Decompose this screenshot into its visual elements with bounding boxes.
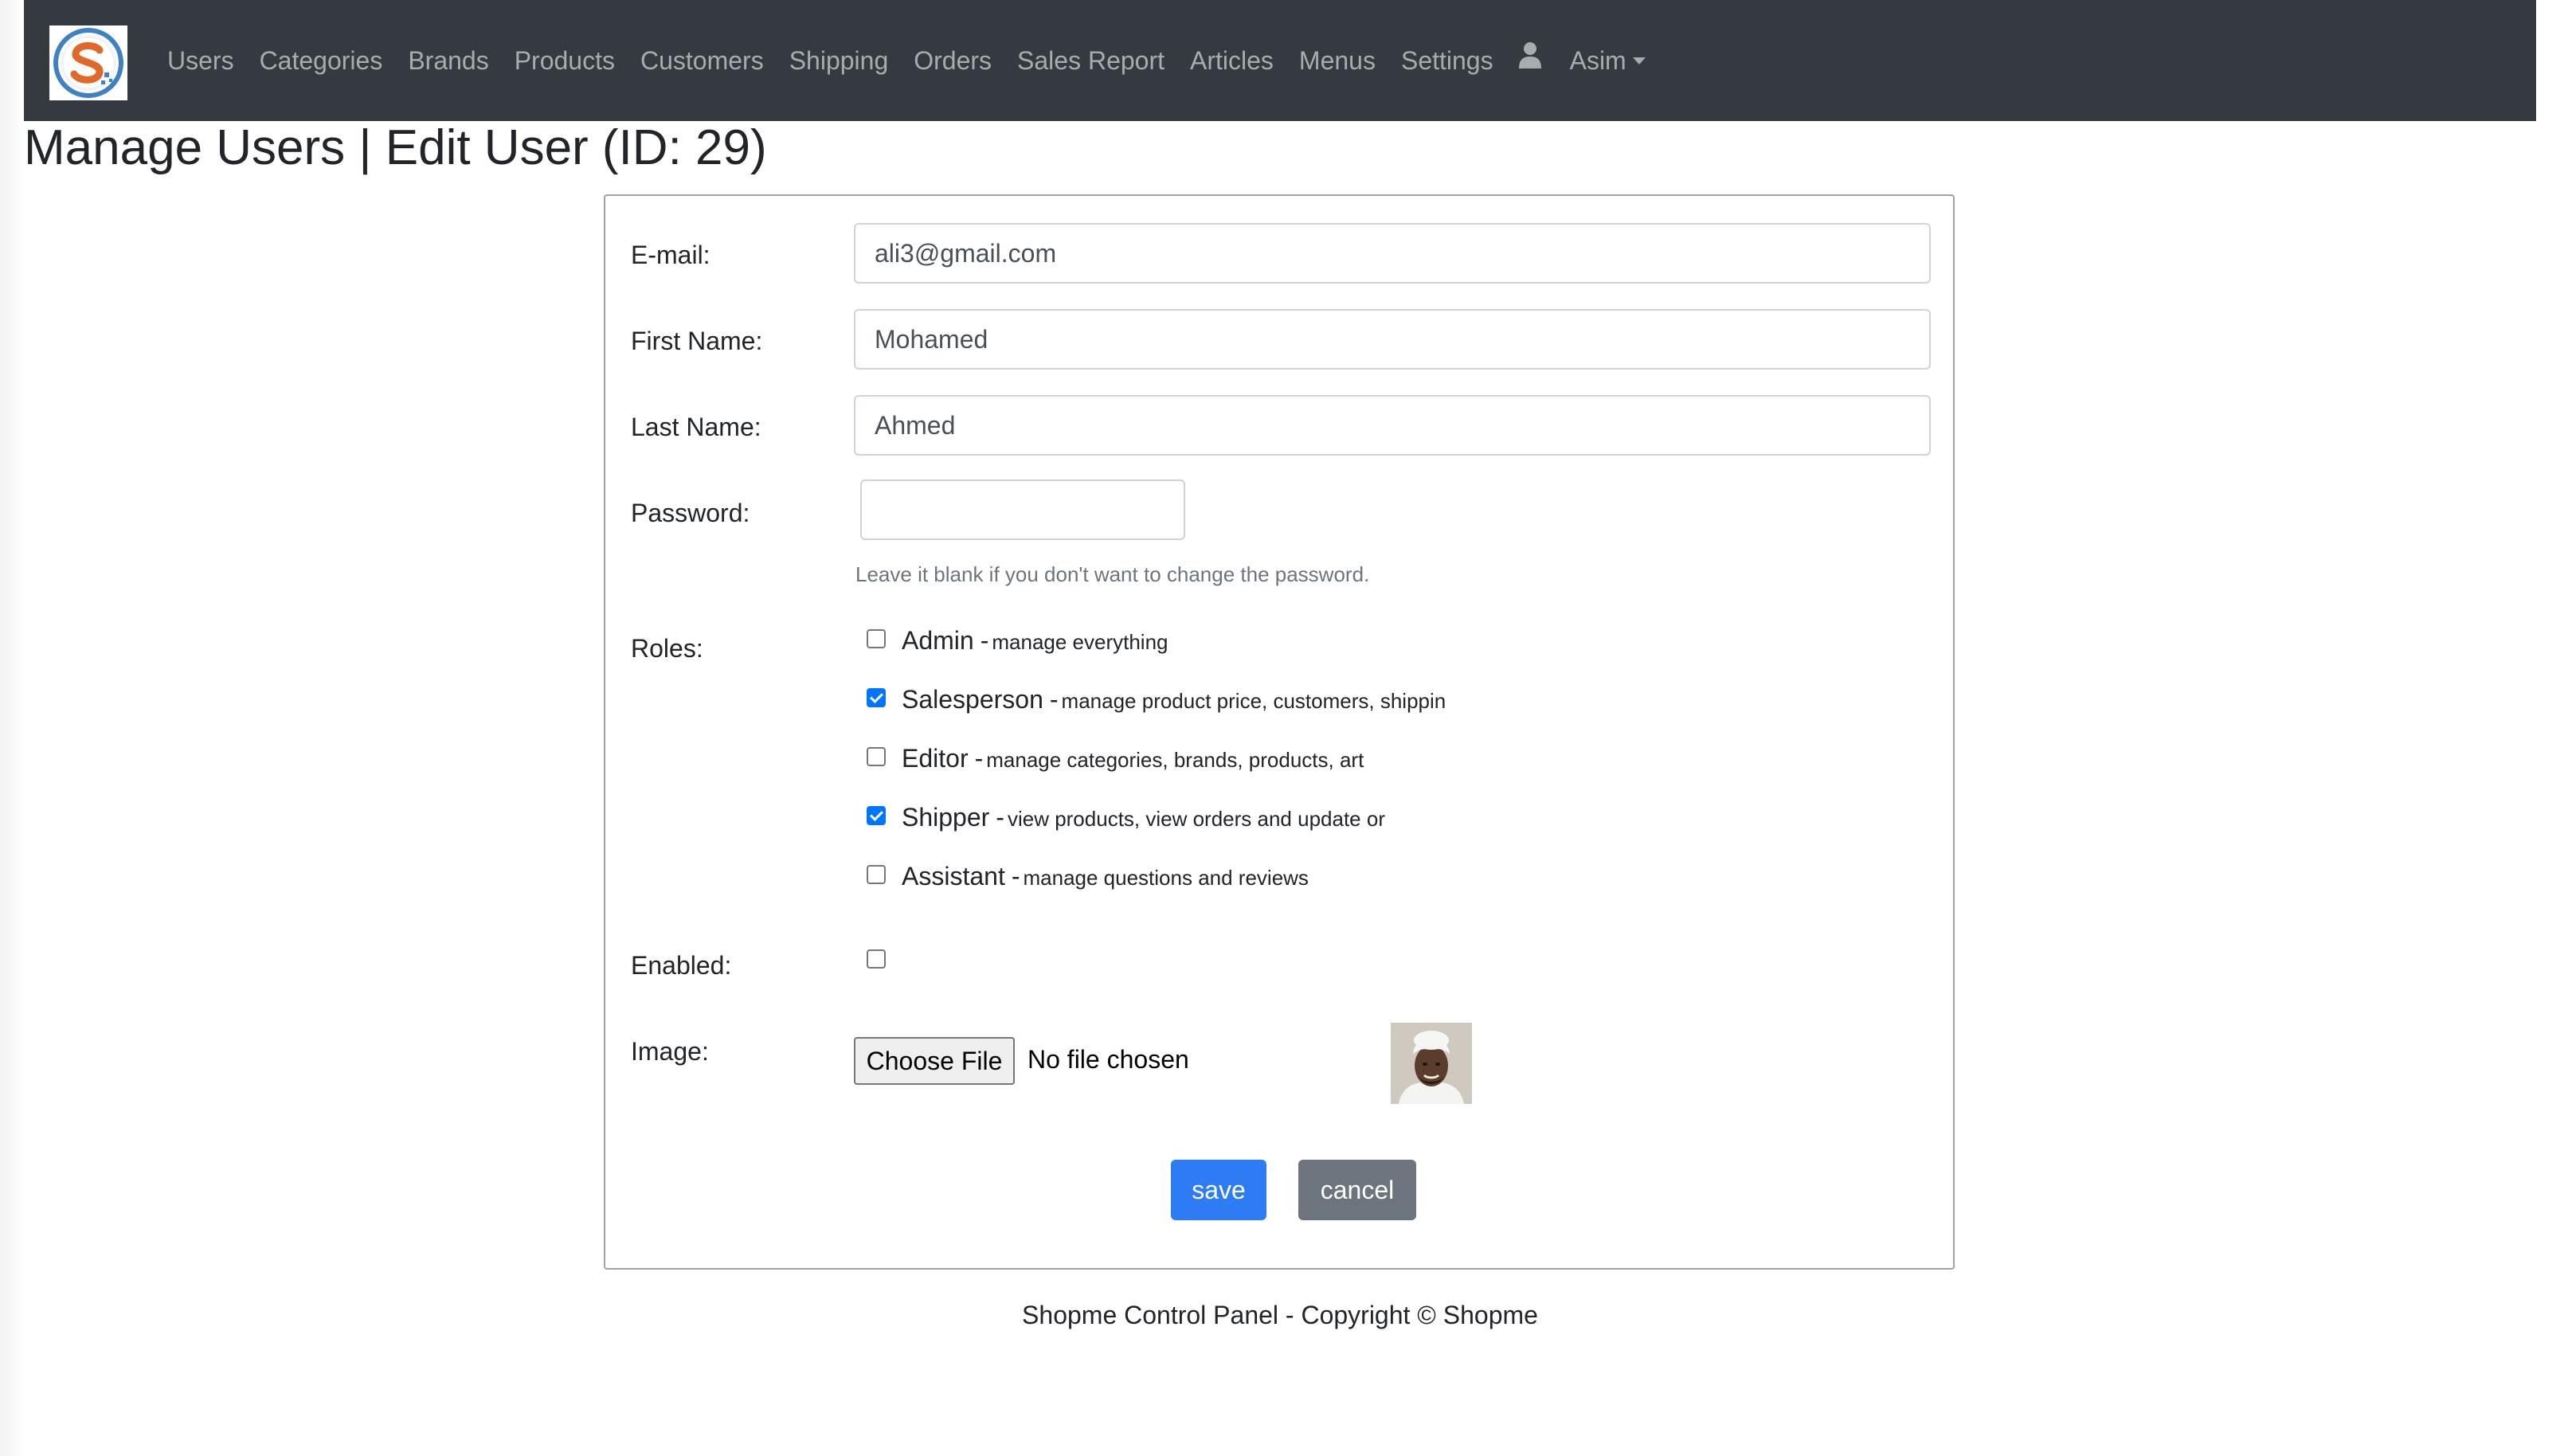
role-separator: - xyxy=(1011,862,1020,890)
window-edge-shadow xyxy=(0,0,24,1456)
nav-link-articles[interactable]: Articles xyxy=(1190,46,1274,76)
role-separator: - xyxy=(996,803,1004,832)
cancel-button[interactable]: cancel xyxy=(1298,1160,1416,1220)
password-hint: Leave it blank if you don't want to chan… xyxy=(855,562,1370,586)
caret-down-icon xyxy=(1632,57,1646,65)
page-title: Manage Users | Edit User (ID: 29) xyxy=(24,120,767,175)
role-admin-checkbox[interactable] xyxy=(867,629,886,648)
role-name: Editor xyxy=(902,744,969,773)
role-name: Assistant xyxy=(902,862,1005,890)
choose-file-button[interactable]: Choose File xyxy=(854,1037,1015,1085)
password-field[interactable] xyxy=(860,479,1185,540)
image-label: Image: xyxy=(631,1037,709,1066)
top-navbar: Users Categories Brands Products Custome… xyxy=(24,0,2536,121)
user-photo-image xyxy=(1391,1023,1472,1104)
edit-user-form: E-mail: ali3@gmail.com First Name: Moham… xyxy=(604,194,1955,1270)
role-salesperson: Salesperson - manage product price, custom… xyxy=(902,685,1446,714)
role-shipper-checkbox[interactable] xyxy=(867,806,886,825)
last-name-label: Last Name: xyxy=(631,413,761,441)
role-assistant-checkbox[interactable] xyxy=(867,865,886,884)
role-name: Admin xyxy=(902,626,974,655)
shopme-logo-icon xyxy=(53,28,123,98)
role-separator: - xyxy=(980,626,989,655)
nav-link-settings[interactable]: Settings xyxy=(1401,46,1493,76)
role-editor: Editor - manage categories, brands, produc… xyxy=(902,744,1364,773)
role-separator: - xyxy=(1049,685,1059,714)
email-label: E-mail: xyxy=(631,241,710,269)
enabled-label: Enabled: xyxy=(631,951,732,980)
role-name: Shipper xyxy=(902,803,990,832)
nav-link-orders[interactable]: Orders xyxy=(914,46,992,76)
nav-link-users[interactable]: Users xyxy=(167,46,234,76)
user-photo-thumbnail xyxy=(1391,1023,1472,1104)
role-description: view products, view orders and update or xyxy=(1007,807,1385,831)
role-salesperson-checkbox[interactable] xyxy=(867,688,886,707)
role-shipper: Shipper - view products, view orders and u… xyxy=(902,803,1385,832)
password-label: Password: xyxy=(631,499,750,527)
enabled-checkbox[interactable] xyxy=(867,949,886,969)
shopme-logo[interactable] xyxy=(49,25,127,100)
nav-link-customers[interactable]: Customers xyxy=(640,46,764,76)
file-status-text: No file chosen xyxy=(1028,1045,1189,1074)
nav-link-shipping[interactable]: Shipping xyxy=(789,46,889,76)
role-editor-checkbox[interactable] xyxy=(867,747,886,766)
role-name: Salesperson xyxy=(902,685,1043,714)
user-name: Asim xyxy=(1569,45,1626,75)
role-description: manage categories, brands, products, art xyxy=(986,748,1364,772)
role-description: manage questions and reviews xyxy=(1023,866,1309,890)
roles-label: Roles: xyxy=(631,634,703,663)
role-description: manage everything xyxy=(992,630,1168,654)
user-account-dropdown[interactable]: Asim xyxy=(1570,46,1646,76)
nav-link-products[interactable]: Products xyxy=(515,46,615,76)
save-button[interactable]: save xyxy=(1171,1160,1266,1220)
nav-link-categories[interactable]: Categories xyxy=(260,46,383,76)
role-description: manage product price, customers, shippin xyxy=(1061,689,1446,713)
nav-link-sales-report[interactable]: Sales Report xyxy=(1017,46,1165,76)
nav-link-brands[interactable]: Brands xyxy=(408,46,488,76)
first-name-label: First Name: xyxy=(631,327,763,355)
nav-links: Users Categories Brands Products Custome… xyxy=(167,0,1646,121)
user-icon[interactable] xyxy=(1518,41,1541,68)
role-admin: Admin - manage everything xyxy=(902,626,1168,656)
last-name-field[interactable]: Ahmed xyxy=(854,395,1931,456)
first-name-field[interactable]: Mohamed xyxy=(854,309,1931,370)
footer-copyright: Shopme Control Panel - Copyright © Shopm… xyxy=(1022,1301,1538,1329)
nav-link-menus[interactable]: Menus xyxy=(1299,46,1376,76)
email-field[interactable]: ali3@gmail.com xyxy=(854,223,1931,284)
role-separator: - xyxy=(974,744,984,773)
role-assistant: Assistant - manage questions and reviews xyxy=(902,862,1309,891)
